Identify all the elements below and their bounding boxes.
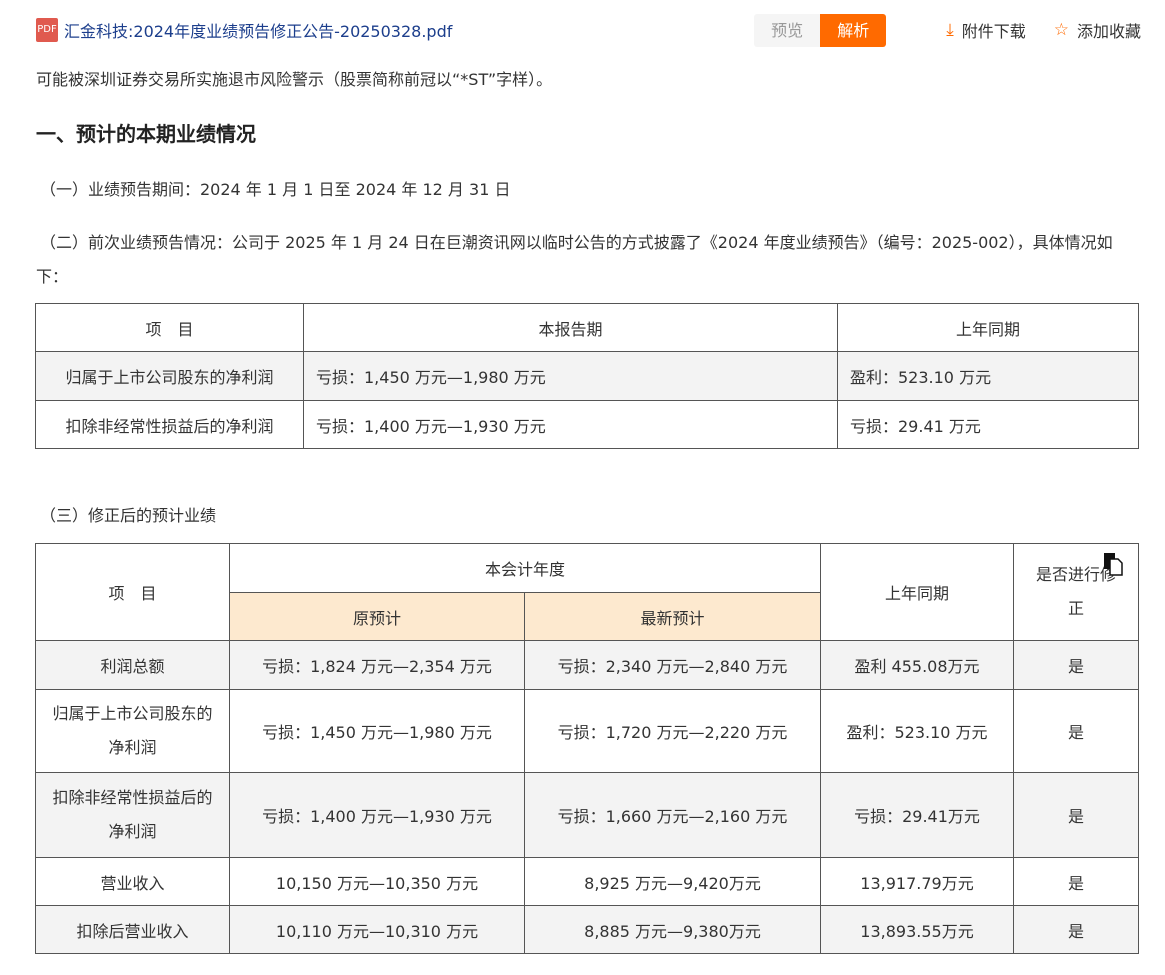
th-prev: 上年同期	[837, 303, 1139, 352]
cell: 亏损：1,400 万元—1,930 万元	[229, 772, 525, 858]
revised-forecast-label: （三）修正后的预计业绩	[40, 506, 217, 525]
th-prev: 上年同期	[820, 543, 1014, 641]
th-item: 项 目	[35, 303, 304, 352]
cell: 是	[1013, 772, 1139, 858]
previous-forecast-table: 项 目本报告期 上年同期 归属于上市公司股东的净利润 亏损：1,450 万元—1,9…	[35, 303, 1139, 449]
cell: 13,893.55万元	[820, 905, 1014, 954]
table-row: 扣除后营业收入 10,110 万元—10,310 万元 8,885 万元—9,380…	[35, 905, 1139, 954]
cell: 是	[1013, 689, 1139, 773]
cell: 归属于上市公司股东的净利润	[35, 351, 304, 401]
cell: 盈利：523.10 万元	[837, 351, 1139, 401]
cell: 13,917.79万元	[820, 857, 1014, 906]
cell: 8,925 万元—9,420万元	[524, 857, 821, 906]
pdf-file-icon: PDF	[36, 18, 58, 42]
section-heading: 一、预计的本期业绩情况	[36, 122, 256, 146]
cell: 利润总额	[35, 640, 230, 690]
cell: 是	[1013, 857, 1139, 906]
cell: 10,150 万元—10,350 万元	[229, 857, 525, 906]
th-year: 本会计年度	[229, 543, 821, 593]
table-row: 归属于上市公司股东的净利润 亏损：1,450 万元—1,980 万元 亏损：1,72…	[35, 689, 1139, 773]
preview-button[interactable]: 预览	[754, 13, 821, 47]
cell: 扣除后营业收入	[35, 905, 230, 954]
forecast-period: （一）业绩预告期间：2024 年 1 月 1 日至 2024 年 12 月 31…	[40, 180, 511, 199]
cell: 盈利：523.10 万元	[820, 689, 1014, 773]
cell: 是	[1013, 640, 1139, 690]
cell: 扣除非经常性损益后的净利润	[35, 772, 230, 858]
cell: 10,110 万元—10,310 万元	[229, 905, 525, 954]
analyze-button[interactable]: 解析	[820, 13, 887, 47]
th-item: 项 目	[35, 543, 230, 641]
copy-icon[interactable]	[1102, 552, 1124, 576]
th-current: 本报告期	[303, 303, 838, 352]
cell: 归属于上市公司股东的净利润	[35, 689, 230, 773]
star-icon: ☆	[1053, 20, 1069, 40]
favorite-label: 添加收藏	[1076, 22, 1141, 41]
cell: 盈利 455.08万元	[820, 640, 1014, 690]
cell: 亏损：1,400 万元—1,930 万元	[303, 400, 838, 449]
revised-forecast-table: 项 目本会计年度 上年同期 是否进行修正 原预计 最新预计 利润总额 亏损：1,824 …	[35, 543, 1139, 954]
download-label: 附件下载	[961, 22, 1026, 41]
cell: 亏损：1,450 万元—1,980 万元	[303, 351, 838, 401]
download-icon: ⤓	[946, 20, 954, 40]
favorite-button[interactable]: ☆ 添加收藏	[1054, 18, 1141, 42]
cell: 亏损：1,824 万元—2,354 万元	[229, 640, 525, 690]
cell: 亏损：2,340 万元—2,840 万元	[524, 640, 821, 690]
cell: 是	[1013, 905, 1139, 954]
cell: 扣除非经常性损益后的净利润	[35, 400, 304, 449]
cell: 亏损：29.41 万元	[837, 400, 1139, 449]
table-row: 归属于上市公司股东的净利润 亏损：1,450 万元—1,980 万元 盈利：523.…	[35, 351, 1139, 401]
cell: 亏损：29.41万元	[820, 772, 1014, 858]
file-header: PDF 汇金科技:2024年度业绩预告修正公告-20250328.pdf 预览 …	[36, 12, 1141, 48]
th-original: 原预计	[229, 592, 525, 641]
cell: 亏损：1,450 万元—1,980 万元	[229, 689, 525, 773]
table-row: 扣除非经常性损益后的净利润 亏损：1,400 万元—1,930 万元 亏损：1,66…	[35, 772, 1139, 858]
th-latest: 最新预计	[524, 592, 821, 641]
cell: 亏损：1,660 万元—2,160 万元	[524, 772, 821, 858]
cell: 营业收入	[35, 857, 230, 906]
file-name-link[interactable]: 汇金科技:2024年度业绩预告修正公告-20250328.pdf	[64, 18, 754, 42]
table-row: 营业收入 10,150 万元—10,350 万元 8,925 万元—9,420万元 1…	[35, 857, 1139, 906]
intro-text: 可能被深圳证券交易所实施退市风险警示（股票简称前冠以“*ST”字样）。	[36, 70, 553, 89]
cell: 亏损：1,720 万元—2,220 万元	[524, 689, 821, 773]
table-row: 利润总额 亏损：1,824 万元—2,354 万元 亏损：2,340 万元—2,84…	[35, 640, 1139, 690]
previous-forecast: （二）前次业绩预告情况：公司于 2025 年 1 月 24 日在巨潮资讯网以临时…	[36, 233, 1113, 286]
download-button[interactable]: ⤓ 附件下载	[946, 18, 1026, 42]
table-row: 扣除非经常性损益后的净利润 亏损：1,400 万元—1,930 万元 亏损：29.4…	[35, 400, 1139, 449]
cell: 8,885 万元—9,380万元	[524, 905, 821, 954]
